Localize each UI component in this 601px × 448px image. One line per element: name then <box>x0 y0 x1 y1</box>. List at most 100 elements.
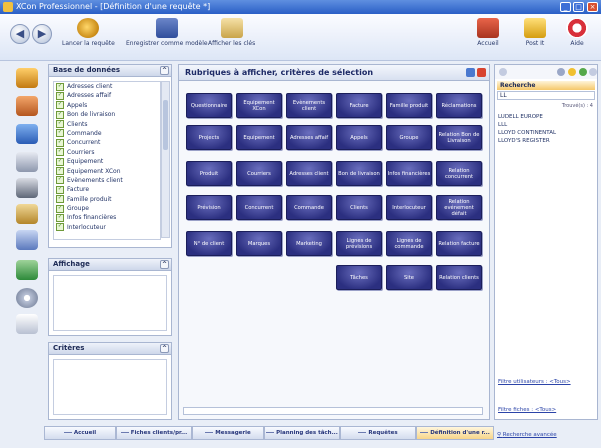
collapse-icon[interactable]: ^ <box>160 260 169 269</box>
table-list-item[interactable]: ✓ Equipement XCon <box>54 167 160 176</box>
search-result-item[interactable]: LLOYD CONTINENTAL <box>498 129 594 137</box>
show-keys-button[interactable]: Afficher les clés <box>208 18 255 47</box>
rubrique-button[interactable]: Marketing <box>286 231 332 256</box>
rubrique-button[interactable]: Appels <box>336 125 382 150</box>
settings-icon[interactable] <box>589 68 597 76</box>
rubrique-button[interactable]: Concurrent <box>236 195 282 220</box>
close-button[interactable]: × <box>587 2 598 12</box>
run-query-button[interactable]: Lancer la requête <box>62 18 115 47</box>
back-button[interactable]: ◀ <box>10 24 30 44</box>
rubrique-button[interactable]: Questionnaire <box>186 93 232 118</box>
panel-option-icon[interactable] <box>466 68 475 77</box>
forward-button[interactable]: ▶ <box>32 24 52 44</box>
rubrique-button[interactable]: Groupe <box>386 125 432 150</box>
table-list-item[interactable]: ✓ Infos financières <box>54 213 160 222</box>
rubrique-button[interactable]: Relation concurrent <box>436 161 482 186</box>
document-icon[interactable] <box>16 314 38 334</box>
maximize-button[interactable]: □ <box>573 2 584 12</box>
users-filter-link[interactable]: Filtre utilisateurs : <Tous> <box>498 379 571 385</box>
rubrique-button[interactable]: Prévision <box>186 195 232 220</box>
tab-task-planning[interactable]: Planning des tâch... <box>264 426 340 440</box>
star-icon[interactable] <box>568 68 576 76</box>
checkbox-icon[interactable]: ✓ <box>56 213 64 222</box>
rubrique-button[interactable]: Equipement <box>236 125 282 150</box>
post-it-button[interactable]: Post It <box>524 18 546 47</box>
rubrique-button[interactable]: Facture <box>336 93 382 118</box>
checkbox-icon[interactable]: ✓ <box>56 195 64 204</box>
criteria-list[interactable] <box>53 359 167 415</box>
table-list-item[interactable]: ✓ Adresses client <box>54 82 160 91</box>
disc-icon[interactable] <box>16 288 38 308</box>
rubrique-button[interactable]: Tâches <box>336 265 382 290</box>
rubrique-button[interactable]: Adresses client <box>286 161 332 186</box>
checkbox-icon[interactable]: ✓ <box>56 91 64 100</box>
rubrique-button[interactable]: Site <box>386 265 432 290</box>
search-result-item[interactable]: LLL <box>498 121 594 129</box>
checkbox-icon[interactable]: ✓ <box>56 176 64 185</box>
printer-icon[interactable] <box>16 152 38 172</box>
save-template-button[interactable]: Enregistrer comme modèle <box>126 18 208 47</box>
table-list-item[interactable]: ✓ Famille produit <box>54 195 160 204</box>
table-list-item[interactable]: ✓ Evènements client <box>54 176 160 185</box>
tab-queries[interactable]: Requêtes <box>340 426 416 440</box>
minimize-button[interactable]: _ <box>560 2 571 12</box>
checkbox-icon[interactable]: ✓ <box>56 157 64 166</box>
rubrique-button[interactable]: Interlocuteur <box>386 195 432 220</box>
checkbox-icon[interactable]: ✓ <box>56 110 64 119</box>
search-input[interactable]: LL <box>497 91 595 100</box>
rubrique-button[interactable]: Réclamations <box>436 93 482 118</box>
checkbox-icon[interactable]: ✓ <box>56 167 64 176</box>
table-list-item[interactable]: ✓ Equipement <box>54 157 160 166</box>
rubrique-button[interactable]: Relation clients <box>436 265 482 290</box>
collapse-icon[interactable]: ^ <box>160 66 169 75</box>
checkbox-icon[interactable]: ✓ <box>56 82 64 91</box>
rubrique-button[interactable]: Projects <box>186 125 232 150</box>
help-button[interactable]: Aide <box>566 18 588 47</box>
table-list-item[interactable]: ✓ Appels <box>54 101 160 110</box>
table-list-item[interactable]: ✓ Concurrent <box>54 138 160 147</box>
checkbox-icon[interactable]: ✓ <box>56 138 64 147</box>
tab-query-definition[interactable]: Définition d'une r... <box>416 426 494 440</box>
rubrique-button[interactable]: Evènements client <box>286 93 332 118</box>
rubrique-button[interactable]: Adresses affaif <box>286 125 332 150</box>
table-list-item[interactable]: ✓ Adresses affaif <box>54 91 160 100</box>
database-icon[interactable] <box>16 260 38 280</box>
database-list-scrollbar[interactable] <box>161 81 170 238</box>
table-list-item[interactable]: ✓ Interlocuteur <box>54 223 160 232</box>
rubrique-button[interactable]: Lignes de commande <box>386 231 432 256</box>
rubrique-button[interactable]: N° de client <box>186 231 232 256</box>
users-icon[interactable] <box>16 124 38 144</box>
rubrique-button[interactable]: Infos financières <box>386 161 432 186</box>
advanced-search-link[interactable]: ⚲ Recherche avancée <box>497 432 557 438</box>
checkbox-icon[interactable]: ✓ <box>56 185 64 194</box>
collapse-icon[interactable]: ^ <box>160 344 169 353</box>
rubriques-horizontal-scrollbar[interactable] <box>183 407 483 415</box>
contacts-icon[interactable] <box>16 96 38 116</box>
files-filter-link[interactable]: Filtre fiches : <Tous> <box>498 407 556 413</box>
rubrique-button[interactable]: Bon de livraison <box>336 161 382 186</box>
table-list-item[interactable]: ✓ Courriers <box>54 148 160 157</box>
rubrique-button[interactable]: Equipement XCon <box>236 93 282 118</box>
rubrique-button[interactable]: Relation evénement défait <box>436 195 482 220</box>
table-list-item[interactable]: ✓ Facture <box>54 185 160 194</box>
tools-icon[interactable] <box>16 178 38 198</box>
rubrique-button[interactable]: Commande <box>286 195 332 220</box>
calendar-icon[interactable] <box>16 230 38 250</box>
table-list-item[interactable]: ✓ Commande <box>54 129 160 138</box>
search-result-item[interactable]: LUDELL EUROPE <box>498 113 594 121</box>
rubrique-button[interactable]: Clients <box>336 195 382 220</box>
panel-close-icon[interactable] <box>477 68 486 77</box>
table-list-item[interactable]: ✓ Groupe <box>54 204 160 213</box>
rubrique-button[interactable]: Famille produit <box>386 93 432 118</box>
checkbox-icon[interactable]: ✓ <box>56 204 64 213</box>
tab-client-files[interactable]: Fiches clients/pr... <box>116 426 192 440</box>
table-list-item[interactable]: ✓ Clients <box>54 120 160 129</box>
display-field-list[interactable] <box>53 275 167 331</box>
checkbox-icon[interactable]: ✓ <box>56 101 64 110</box>
back-icon[interactable] <box>499 68 507 76</box>
table-list-item[interactable]: ✓ Bon de livraison <box>54 110 160 119</box>
tab-home[interactable]: Accueil <box>44 426 116 440</box>
refresh-icon[interactable] <box>579 68 587 76</box>
pin-icon[interactable] <box>557 68 565 76</box>
rubrique-button[interactable]: Lignes de prévisions <box>336 231 382 256</box>
